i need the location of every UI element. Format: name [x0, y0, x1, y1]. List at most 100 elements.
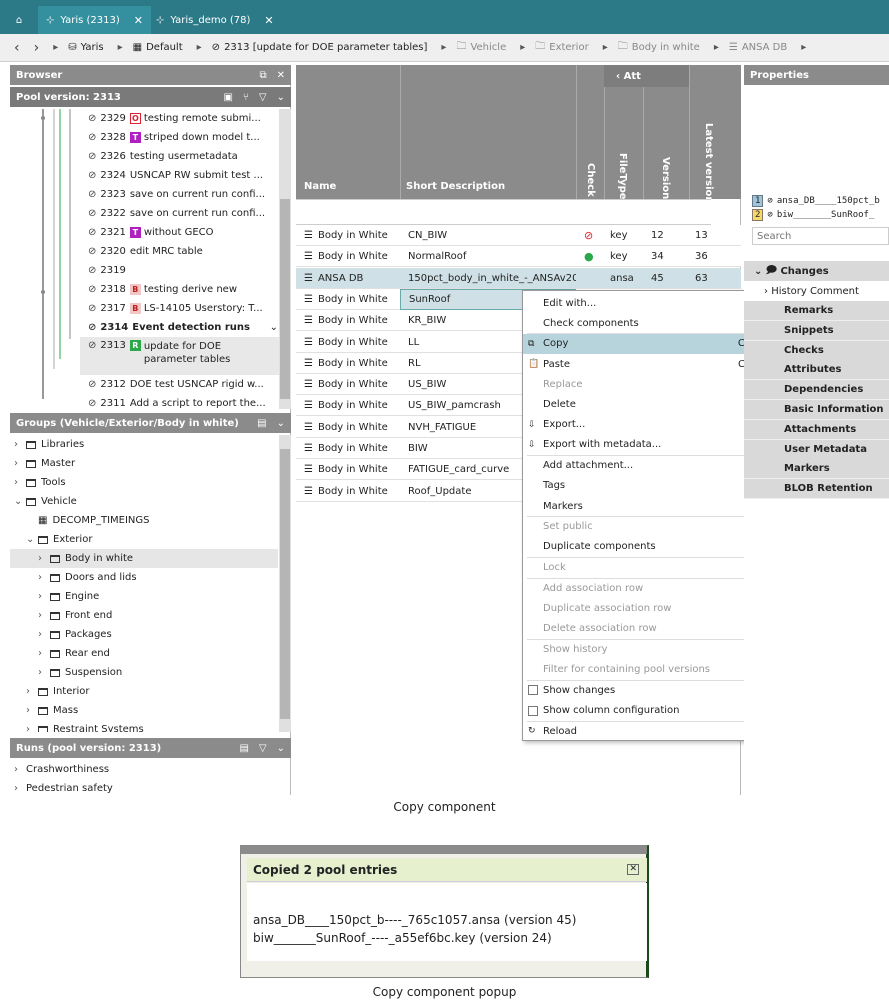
version-row[interactable]: ⊘ 2329 Otesting remote submi...	[80, 109, 280, 128]
chevron-down-icon[interactable]: ⌄	[277, 743, 285, 754]
version-row[interactable]: ⊘ 2322 save on current run confi...	[80, 204, 280, 223]
chevron-right-icon[interactable]: ›	[26, 686, 38, 697]
chevron-right-icon[interactable]: ›	[14, 458, 26, 469]
home-icon[interactable]: ⌂	[6, 6, 32, 34]
group-item[interactable]: ▦ DECOMP_TIMEINGS	[10, 511, 278, 530]
version-row[interactable]: ⊘ 2314 Event detection runs ⌄	[80, 318, 280, 337]
tree-icon[interactable]: ⑂	[243, 92, 249, 103]
chevron-right-icon[interactable]: ›	[14, 477, 26, 488]
version-row[interactable]: ⊘ 2323 save on current run confi...	[80, 185, 280, 204]
chevron-right-icon[interactable]: ›	[38, 610, 50, 621]
version-row[interactable]: ⊘ 2320 edit MRC table	[80, 242, 280, 261]
group-item[interactable]: › Restraint Systems	[10, 720, 278, 732]
tab-yaris[interactable]: ⊹ Yaris (2313) ✕	[38, 6, 151, 34]
breadcrumb-item[interactable]: ⊘ 2313 [update for DOE parameter tables]	[212, 42, 428, 53]
chevron-right-icon[interactable]: ›	[38, 572, 50, 583]
col-latest-header[interactable]: Latest version	[703, 123, 714, 204]
table-row[interactable]: ☰ Body in White NormalRoof ● key 34 36	[296, 246, 741, 268]
chevron-right-icon[interactable]: ›	[38, 591, 50, 602]
chevron-right-icon[interactable]: ›	[14, 439, 26, 450]
version-row[interactable]: ⊘ 2317 B LS-14105 Userstory: T...	[80, 299, 280, 318]
chevron-down-icon[interactable]: ⌄	[277, 418, 285, 429]
menu-item-delete[interactable]: Delete	[523, 395, 781, 415]
back-icon[interactable]: ‹	[14, 40, 20, 56]
group-item[interactable]: › Front end	[10, 606, 278, 625]
version-row[interactable]: ⊘ 2321 Twithout GECO	[80, 223, 280, 242]
group-item[interactable]: › Interior	[10, 682, 278, 701]
forward-icon[interactable]: ›	[34, 40, 40, 56]
menu-item-edit-with[interactable]: Edit with...›	[523, 293, 781, 313]
chevron-down-icon[interactable]: ⌄	[14, 496, 26, 507]
version-row[interactable]: ⊘ 2311 Add a script to report the...	[80, 394, 280, 413]
menu-item-paste[interactable]: 📋PasteCtrl+V	[523, 354, 781, 374]
breadcrumb-item[interactable]: 🗀 Body in white	[618, 39, 700, 56]
property-section-attributes[interactable]: Attributes	[744, 360, 889, 381]
breadcrumb-item[interactable]: ☰ ANSA DB	[729, 42, 787, 53]
table-row[interactable]: ☰ Body in White CN_BIW ⊘ key 12 13	[296, 225, 741, 246]
scrollbar[interactable]	[279, 109, 291, 409]
menu-item-duplicate-components[interactable]: Duplicate components	[523, 537, 781, 557]
chevron-down-icon[interactable]: ⌄	[26, 534, 38, 545]
menu-item-copy[interactable]: ⧉CopyCtrl+C	[523, 333, 781, 354]
close-icon[interactable]: ✕	[627, 864, 639, 875]
scrollbar-thumb[interactable]	[280, 449, 290, 719]
group-item[interactable]: › Packages	[10, 625, 278, 644]
col-check-header[interactable]: Check	[585, 163, 596, 197]
group-item[interactable]: › Master	[10, 454, 278, 473]
menu-item-markers[interactable]: Markers›	[523, 496, 781, 516]
checkbox[interactable]	[528, 705, 538, 716]
chevron-right-icon[interactable]: ›	[38, 667, 50, 678]
menu-item-tags[interactable]: Tags›	[523, 476, 781, 496]
property-section-markers[interactable]: Markers	[744, 459, 889, 480]
menu-item-export[interactable]: ⇩ Export...	[523, 415, 781, 435]
close-icon[interactable]: ✕	[134, 14, 143, 27]
chevron-right-icon[interactable]: ›	[38, 553, 50, 564]
group-item[interactable]: › Mass	[10, 701, 278, 720]
group-item[interactable]: › Rear end	[10, 644, 278, 663]
version-row[interactable]: ⊘ 2319	[80, 261, 280, 280]
chevron-down-icon[interactable]: ⌄	[277, 92, 285, 103]
close-icon[interactable]: ✕	[264, 14, 273, 27]
property-section-blob-retention[interactable]: BLOB Retention	[744, 479, 889, 500]
breadcrumb-item[interactable]: ⛁ Yaris	[68, 42, 103, 53]
version-row[interactable]: ⊘ 2324 USNCAP RW submit test ...	[80, 166, 280, 185]
menu-item-add-attachment[interactable]: Add attachment...	[523, 456, 781, 476]
chevron-down-icon[interactable]: ⌄	[270, 322, 278, 333]
version-row[interactable]: ⊘ 2313 Rupdate for DOE parameter tables	[10, 337, 280, 375]
filter-row[interactable]	[296, 199, 711, 225]
version-row[interactable]: ⊘ 2326 testing usermetadata	[80, 147, 280, 166]
run-item[interactable]: › Pedestrian safety	[14, 779, 113, 798]
property-section-user-metadata[interactable]: User Metadata	[744, 439, 889, 460]
menu-item-reload[interactable]: ↻ Reload	[523, 721, 781, 741]
collapse-icon[interactable]: ▤	[257, 418, 266, 429]
property-section-basic-information[interactable]: Basic Information	[744, 400, 889, 420]
group-item[interactable]: › Engine	[10, 587, 278, 606]
close-icon[interactable]: ✕	[277, 70, 285, 81]
property-section-remarks[interactable]: Remarks	[744, 301, 889, 321]
group-item[interactable]: ⌄ Exterior	[10, 530, 278, 549]
selected-entry[interactable]: 2 ⊘ biw_______SunRoof_	[752, 209, 874, 221]
collapse-icon[interactable]: ▤	[239, 743, 248, 754]
scrollbar-thumb[interactable]	[280, 199, 290, 399]
search-input[interactable]	[752, 227, 889, 245]
menu-item-check-components[interactable]: Check components	[523, 313, 781, 333]
chevron-right-icon[interactable]: ›	[26, 724, 38, 732]
breadcrumb-item[interactable]: ▦ Default	[133, 42, 183, 53]
changes-section[interactable]: ⌄ 🗩 Changes	[744, 261, 889, 281]
chevron-right-icon[interactable]: ›	[38, 648, 50, 659]
att-group-header[interactable]: ‹ Att	[604, 65, 689, 87]
property-section-snippets[interactable]: Snippets	[744, 320, 889, 341]
chevron-right-icon[interactable]: ›	[38, 629, 50, 640]
group-item[interactable]: › Libraries	[10, 435, 278, 454]
breadcrumb-item[interactable]: 🗀 Exterior	[535, 39, 588, 56]
run-item[interactable]: › Crashworthiness	[14, 760, 109, 779]
checkbox[interactable]	[528, 685, 538, 696]
menu-item-show-column-configuration[interactable]: Show column configuration	[523, 701, 781, 721]
tab-yaris-demo[interactable]: ⊹ Yaris_demo (78) ✕	[148, 6, 282, 34]
scrollbar[interactable]	[279, 435, 291, 732]
menu-item-show-changes[interactable]: Show changes	[523, 680, 781, 700]
version-row[interactable]: ⊘ 2312 DOE test USNCAP rigid w...	[80, 375, 280, 394]
image-icon[interactable]: ▣	[223, 92, 232, 103]
filter-icon[interactable]: ▽	[259, 743, 267, 754]
col-filetype-header[interactable]: FileType	[617, 153, 628, 200]
